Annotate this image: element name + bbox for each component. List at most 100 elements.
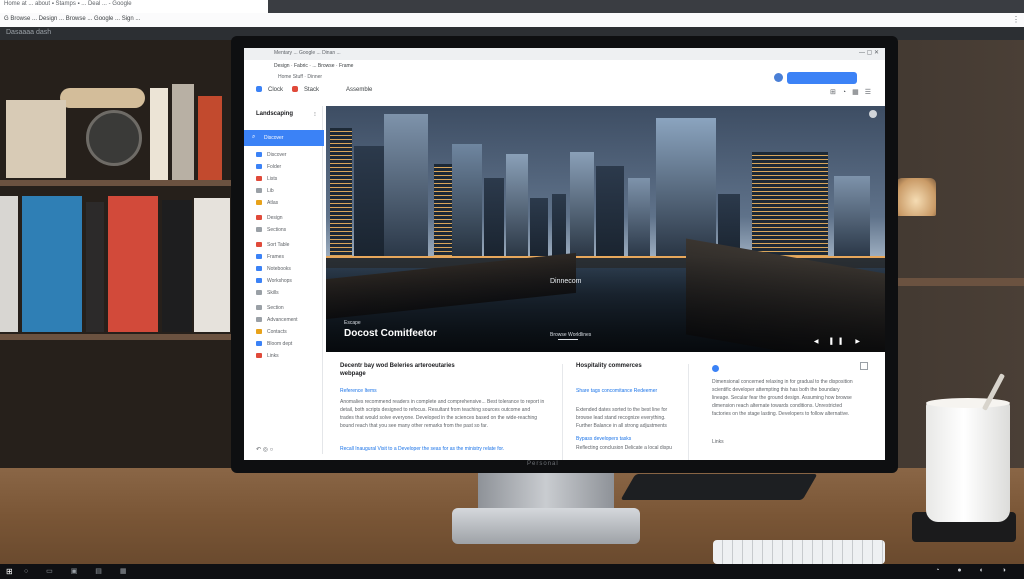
toolbar-icon-group[interactable]: ⊞◔▦☰ <box>830 88 877 96</box>
sidebar-item-icon <box>256 152 262 158</box>
sidebar-item[interactable]: Folder <box>256 164 281 170</box>
outer-browser-chrome: Home at ... about ▪ Stamps ▪ ... Deal ..… <box>0 0 1024 40</box>
bookshelf <box>0 40 235 480</box>
sidebar-card-footer[interactable]: Links <box>712 438 724 446</box>
system-tray[interactable]: ◔ ● ◐ ◑ <box>935 567 1014 574</box>
inner-bookmarks-text[interactable]: Home Stuff · Dinner <box>278 74 322 80</box>
sidebar-item-icon <box>256 290 262 296</box>
inner-tab-title[interactable]: Mentary ... Google ... Dinan ... <box>274 50 341 56</box>
hero-caption[interactable]: Browse Worldlines <box>550 332 591 338</box>
building <box>552 194 566 256</box>
sidebar-item[interactable]: Lists <box>256 176 277 182</box>
sidebar-item[interactable]: Atlas <box>256 200 278 206</box>
sidebar-item-icon <box>256 200 262 206</box>
outer-bookmark-label[interactable]: Dasaaaa dash <box>6 29 51 36</box>
outer-tab-title: Home at ... about ▪ Stamps ▪ ... Deal ..… <box>4 1 132 7</box>
search-icon: ⌕ <box>252 134 256 140</box>
toolbar-nav-assemble[interactable]: Assemble <box>346 87 372 93</box>
column-title: Hospitality commerces <box>576 363 642 369</box>
sidebar-item-icon <box>256 266 262 272</box>
building <box>752 152 828 256</box>
article-text: Anomalies recommend readers in complete … <box>340 399 545 429</box>
os-taskbar: ⊞ ○ ▭ ▣ ▤ ▦ ◔ ● ◐ ◑ <box>0 564 1024 579</box>
building <box>484 178 504 256</box>
outer-address-bar[interactable]: G Browse ... Design ... Browse ... Googl… <box>0 13 1024 28</box>
column-link-2[interactable]: Bypass developers tasks <box>576 436 631 442</box>
column-divider <box>562 364 563 460</box>
article-link[interactable]: Reference Items <box>340 388 377 394</box>
sidebar-footer-controls[interactable]: ↶ ◎ ○ <box>256 446 273 453</box>
sidebar-menu-icon[interactable]: ⁝ <box>314 111 316 118</box>
sidebar-item[interactable]: Discover <box>256 152 286 158</box>
book <box>0 196 18 332</box>
shelf-board <box>0 334 235 340</box>
sidebar-item[interactable]: Links <box>256 353 279 359</box>
sidebar-item[interactable]: Design <box>256 215 283 221</box>
menu-icon[interactable]: ☰ <box>865 89 877 96</box>
sidebar-item-icon <box>256 254 262 260</box>
sidebar-item-label: Lists <box>267 176 278 182</box>
toolbar-nav-clock[interactable]: Clock <box>268 87 283 93</box>
sidebar-item[interactable]: Workshops <box>256 278 292 284</box>
hero-title: Docost Comitfeetor <box>344 328 437 339</box>
city-hero-image: Dinnecom Escape Docost Comitfeetor Brows… <box>326 106 885 352</box>
building <box>434 164 454 256</box>
sidebar-title: Landscaping <box>256 111 294 117</box>
window-controls[interactable]: — ▢ ✕ <box>859 49 879 56</box>
book <box>162 200 192 332</box>
building <box>656 118 716 256</box>
sidebar-item-label: Advancement <box>267 317 298 323</box>
sidebar-item-label: Frames <box>267 254 284 260</box>
avatar[interactable] <box>774 73 783 82</box>
table-lamp <box>896 178 936 216</box>
calendar-icon[interactable]: ▦ <box>852 89 865 96</box>
book <box>172 84 194 180</box>
sidebar-card-text: Dimensional concerned relaxing in for gr… <box>712 379 853 417</box>
sidebar-active-label: Discover <box>264 135 284 141</box>
toolbar-nav-stack[interactable]: Stack <box>304 87 319 93</box>
sidebar-item-label: Lib <box>267 188 274 194</box>
sidebar-item[interactable]: Bloom dept <box>256 341 292 347</box>
article-footer-link[interactable]: Recall Inaugural Visit to a Developer th… <box>340 446 550 452</box>
sidebar-item[interactable]: Sections <box>256 227 286 233</box>
sidebar-item[interactable]: Contacts <box>256 329 287 335</box>
building <box>628 178 650 256</box>
sidebar-item[interactable]: Sort Table <box>256 242 289 248</box>
sidebar-item-icon <box>256 305 262 311</box>
sidebar-item[interactable]: Frames <box>256 254 284 260</box>
column-link[interactable]: Share tags concomitance Redeemer <box>576 388 672 394</box>
taskbar-apps[interactable]: ○ ▭ ▣ ▤ ▦ <box>24 567 134 575</box>
hero-caption-underline <box>558 339 578 340</box>
keyboard <box>713 540 885 564</box>
sidebar-item-label: Design <box>267 215 283 221</box>
sidebar-item[interactable]: Notebooks <box>256 266 291 272</box>
building <box>596 166 624 256</box>
outer-menu-icon[interactable]: ⋮ <box>1012 15 1020 24</box>
more-options-icon[interactable] <box>860 362 868 370</box>
sidebar-item-label: Contacts <box>267 329 287 335</box>
start-button[interactable]: ⊞ <box>6 567 13 576</box>
book <box>150 88 168 180</box>
sidebar-item-icon <box>256 341 262 347</box>
sidebar-item[interactable]: Lib <box>256 188 274 194</box>
building <box>452 144 482 256</box>
sidebar-item-label: Sort Table <box>267 242 290 248</box>
picture-frame <box>6 100 66 178</box>
app-icon[interactable] <box>292 86 298 92</box>
column-divider <box>688 364 689 460</box>
primary-action-button[interactable] <box>787 72 857 84</box>
expand-icon[interactable] <box>869 110 877 118</box>
media-controls[interactable]: ◀ ▌▌ ▶ <box>814 338 865 345</box>
sidebar-item[interactable]: Advancement <box>256 317 298 323</box>
sidebar-item-active[interactable]: ⌕ Discover <box>244 130 324 146</box>
clock-icon[interactable]: ◔ <box>842 89 852 96</box>
monitor-screen: Mentary ... Google ... Dinan ... — ▢ ✕ D… <box>244 48 885 460</box>
outer-active-tab[interactable]: Home at ... about ▪ Stamps ▪ ... Deal ..… <box>0 0 269 13</box>
grid-icon[interactable]: ⊞ <box>830 89 842 96</box>
google-icon[interactable] <box>256 86 262 92</box>
ceiling-light <box>60 88 145 108</box>
sidebar-item[interactable]: Skills <box>256 290 279 296</box>
inner-url-text: Design · Fabric · ... Browse · Frame <box>274 63 354 69</box>
outer-tab-area <box>268 0 1024 13</box>
sidebar-item[interactable]: Section <box>256 305 284 311</box>
